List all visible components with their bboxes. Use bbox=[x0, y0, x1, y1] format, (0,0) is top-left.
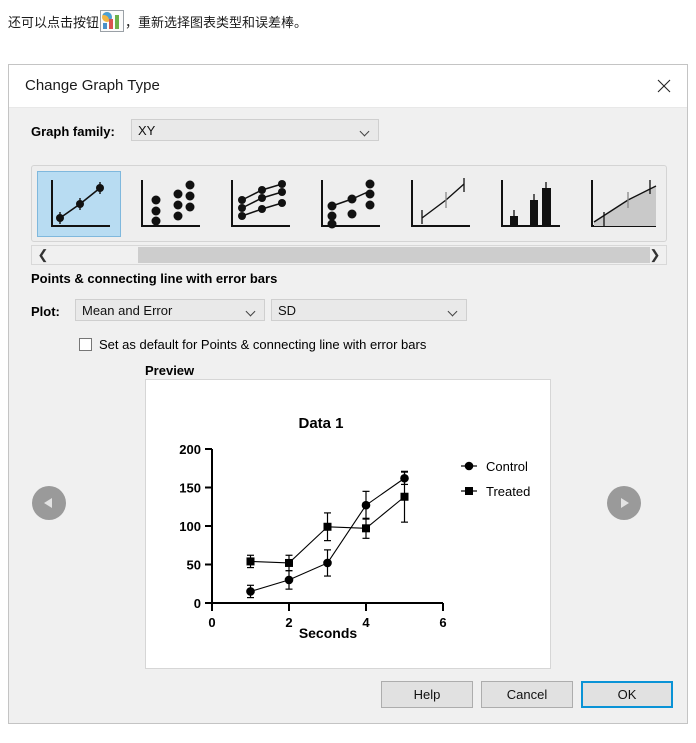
graph-type-thumb-bars-with-error-bars[interactable] bbox=[487, 171, 571, 237]
x-tick-label: 4 bbox=[362, 615, 370, 630]
y-tick-label: 50 bbox=[187, 558, 201, 573]
graph-type-thumb-points-connecting-line-with-error-bars[interactable] bbox=[37, 171, 121, 237]
y-tick-label: 100 bbox=[179, 519, 201, 534]
x-tick-label: 2 bbox=[285, 615, 292, 630]
graph-type-thumb-points-and-connecting-line-scatter[interactable] bbox=[307, 171, 391, 237]
graph-type-thumb-points-with-connecting-lines[interactable] bbox=[217, 171, 301, 237]
arrow-right-circle-icon[interactable] bbox=[607, 486, 641, 520]
ok-button-label: OK bbox=[617, 687, 637, 702]
legend-label-treated: Treated bbox=[486, 484, 530, 499]
change-graph-type-dialog: Change Graph Type Graph family: XY ❮ ❯ P… bbox=[8, 64, 688, 724]
intro-text-before: 还可以点击按钮 bbox=[8, 14, 100, 30]
x-tick-label: 6 bbox=[439, 615, 446, 630]
chevron-left-icon[interactable]: ❮ bbox=[32, 246, 54, 264]
dialog-footer: Help Cancel OK bbox=[9, 667, 687, 723]
plot-select-value: Mean and Error bbox=[82, 303, 173, 318]
cancel-button[interactable]: Cancel bbox=[481, 681, 573, 708]
ok-button[interactable]: OK bbox=[581, 681, 673, 708]
set-as-default-row[interactable]: Set as default for Points & connecting l… bbox=[79, 337, 426, 352]
error-type-select-value: SD bbox=[278, 303, 297, 318]
help-button-label: Help bbox=[413, 687, 441, 702]
graph-type-thumb-area-with-error-bars[interactable] bbox=[577, 171, 661, 237]
preview-heading: Preview bbox=[145, 363, 195, 378]
chart-legend: Control Treated bbox=[461, 459, 530, 499]
error-type-select[interactable]: SD bbox=[271, 299, 467, 321]
cancel-button-label: Cancel bbox=[506, 687, 548, 702]
set-as-default-checkbox[interactable] bbox=[79, 338, 92, 351]
chevron-right-icon[interactable]: ❯ bbox=[644, 246, 666, 264]
dialog-title: Change Graph Type bbox=[25, 77, 160, 94]
graph-family-label: Graph family: bbox=[31, 124, 115, 139]
legend-label-control: Control bbox=[486, 459, 528, 474]
graph-type-thumb-line-with-error-bars[interactable] bbox=[397, 171, 481, 237]
chevron-down-icon bbox=[361, 128, 370, 133]
help-button[interactable]: Help bbox=[381, 681, 473, 708]
y-axis-tick-labels: 0 50 100 150 200 bbox=[179, 442, 201, 611]
dialog-titlebar: Change Graph Type bbox=[9, 65, 687, 108]
intro-text-after: ，重新选择图表类型和误差棒。 bbox=[125, 14, 308, 30]
graph-type-thumb-scatter-dot-plot[interactable] bbox=[127, 171, 211, 237]
y-tick-label: 150 bbox=[179, 481, 201, 496]
chevron-down-icon bbox=[247, 308, 256, 313]
x-tick-label: 0 bbox=[208, 615, 215, 630]
chevron-down-icon bbox=[449, 308, 458, 313]
graph-family-row: Graph family: XY bbox=[9, 107, 687, 159]
chart-series bbox=[246, 470, 409, 599]
y-tick-label: 0 bbox=[194, 596, 201, 611]
gallery-scrollbar[interactable]: ❮ ❯ bbox=[31, 245, 667, 265]
preview-panel: Data 1 0 50 100 150 200 0 2 4 6 Seconds Control… bbox=[145, 379, 551, 669]
y-tick-label: 200 bbox=[179, 442, 201, 457]
graph-type-gallery[interactable] bbox=[31, 165, 667, 242]
close-icon[interactable] bbox=[641, 65, 687, 106]
chart-type-icon bbox=[100, 10, 125, 32]
chart-title: Data 1 bbox=[298, 415, 343, 432]
x-axis-label: Seconds bbox=[299, 625, 358, 641]
plot-select[interactable]: Mean and Error bbox=[75, 299, 265, 321]
plot-type-heading: Points & connecting line with error bars bbox=[31, 271, 278, 286]
graph-family-value: XY bbox=[138, 123, 156, 138]
set-as-default-label: Set as default for Points & connecting l… bbox=[99, 337, 427, 352]
scrollbar-thumb[interactable] bbox=[138, 247, 650, 263]
preview-chart: Data 1 0 50 100 150 200 0 2 4 6 Seconds Control… bbox=[179, 415, 530, 641]
graph-family-select[interactable]: XY bbox=[131, 119, 379, 141]
intro-caption: 还可以点击按钮 ，重新选择图表类型和误差棒。 bbox=[8, 10, 307, 32]
arrow-left-circle-icon[interactable] bbox=[32, 486, 66, 520]
plot-label: Plot: bbox=[31, 304, 60, 319]
